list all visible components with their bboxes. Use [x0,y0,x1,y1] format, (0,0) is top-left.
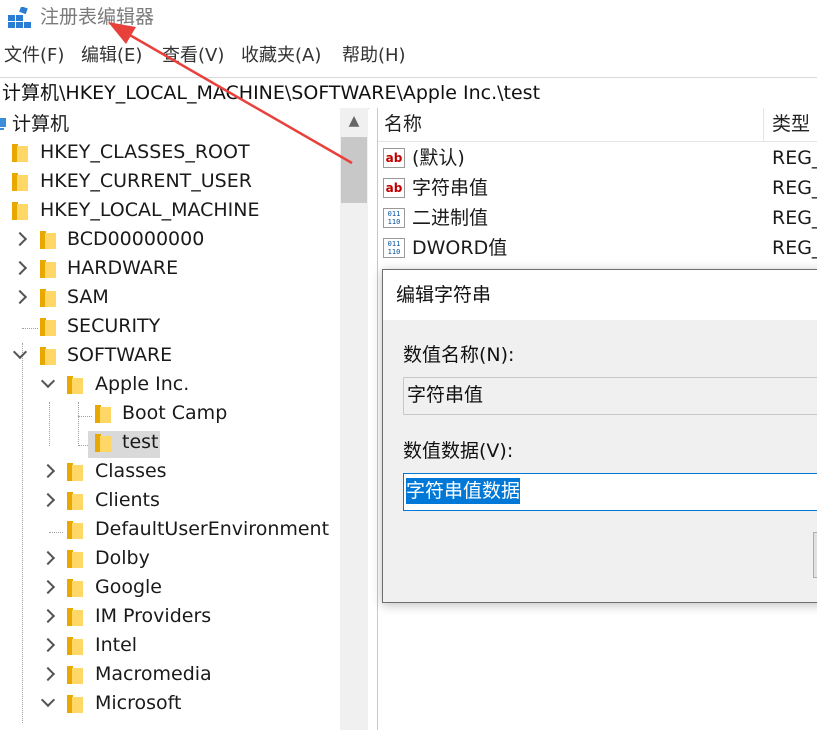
folder-icon [67,695,83,713]
scroll-thumb[interactable] [341,137,367,203]
chevron-right-icon[interactable] [40,666,56,682]
menu-edit[interactable]: 编辑(E) [81,44,142,68]
chevron-right-icon[interactable] [40,492,56,508]
tree-connector [49,402,50,446]
registry-editor-app-icon [8,7,31,28]
folder-icon [40,318,56,336]
folder-icon [67,492,83,510]
list-row-default[interactable]: ab (默认) REG_ [378,143,817,173]
string-value-icon: ab [383,178,405,198]
list-row-binary-value[interactable]: 011 110 二进制值 REG_ [378,203,817,233]
dialog-title: 编辑字符串 [396,284,492,306]
chevron-down-icon[interactable] [40,692,56,708]
chevron-right-icon[interactable] [40,579,56,595]
value-name-label: 数值名称(N): [403,344,515,366]
menu-view[interactable]: 查看(V) [162,44,224,68]
address-path[interactable]: 计算机\HKEY_LOCAL_MACHINE\SOFTWARE\Apple In… [2,80,540,106]
tree-connector [78,402,79,446]
value-data-input[interactable]: 字符串值数据 [403,473,817,511]
value-name-field: 字符串值 [403,377,817,415]
tree-connector [78,416,92,417]
chevron-down-icon[interactable] [12,344,28,360]
chevron-right-icon[interactable] [40,550,56,566]
scroll-up-arrow-icon[interactable]: ▲ [340,108,368,134]
folder-open-icon [95,434,111,452]
menu-favorites[interactable]: 收藏夹(A) [241,44,321,68]
folder-icon [67,521,83,539]
folder-icon [67,550,83,568]
chevron-right-icon[interactable] [40,608,56,624]
folder-icon [67,608,83,626]
folder-icon [67,376,83,394]
address-bar[interactable]: 计算机\HKEY_LOCAL_MACHINE\SOFTWARE\Apple In… [0,77,817,109]
binary-value-icon: 011 110 [383,208,405,228]
list-header: 名称 类型 [378,108,817,142]
list-row-dword-value[interactable]: 011 110 DWORD值 REG_ [378,233,817,263]
chevron-right-icon[interactable] [12,231,28,247]
binary-value-icon: 011 110 [383,238,405,258]
computer-icon [0,118,6,130]
string-value-icon: ab [383,148,405,168]
menu-file[interactable]: 文件(F) [4,44,64,68]
folder-icon [67,463,83,481]
chevron-right-icon[interactable] [40,637,56,653]
tree-connector [22,343,23,723]
folder-icon [40,260,56,278]
folder-icon [40,231,56,249]
folder-icon [67,666,83,684]
tree-scrollbar[interactable]: ▲ [340,108,368,730]
folder-icon [40,347,56,365]
dialog-ok-button[interactable] [813,532,817,578]
title-bar: 注册表编辑器 [0,0,817,36]
value-data-label: 数值数据(V): [403,440,514,462]
key-tree-pane[interactable]: 计算机 HKEY_CLASSES_ROOT HKEY_CURRENT_USER … [0,108,340,730]
folder-icon [12,144,28,162]
chevron-right-icon[interactable] [40,463,56,479]
folder-icon [67,579,83,597]
pane-splitter[interactable] [369,108,378,730]
tree-connector [49,532,63,533]
window-title: 注册表编辑器 [40,6,155,28]
chevron-right-icon[interactable] [12,289,28,305]
tree-connector [22,328,38,329]
list-row-string-value[interactable]: ab 字符串值 REG_ [378,173,817,203]
chevron-right-icon[interactable] [12,260,28,276]
folder-icon [12,202,28,220]
folder-icon [40,289,56,307]
edit-string-dialog: 编辑字符串 数值名称(N): 字符串值 数值数据(V): 字符串值数据 [382,269,817,603]
dialog-title-bar[interactable]: 编辑字符串 [383,270,817,320]
value-data-selected-text[interactable]: 字符串值数据 [406,478,521,504]
column-separator[interactable] [763,108,764,141]
column-header-type[interactable]: 类型 [772,111,810,137]
menu-help[interactable]: 帮助(H) [342,44,406,68]
folder-icon [95,405,111,423]
folder-icon [12,173,28,191]
menu-bar: 文件(F) 编辑(E) 查看(V) 收藏夹(A) 帮助(H) [0,42,817,70]
folder-icon [67,637,83,655]
column-header-name[interactable]: 名称 [384,111,422,137]
chevron-down-icon[interactable] [40,373,56,389]
